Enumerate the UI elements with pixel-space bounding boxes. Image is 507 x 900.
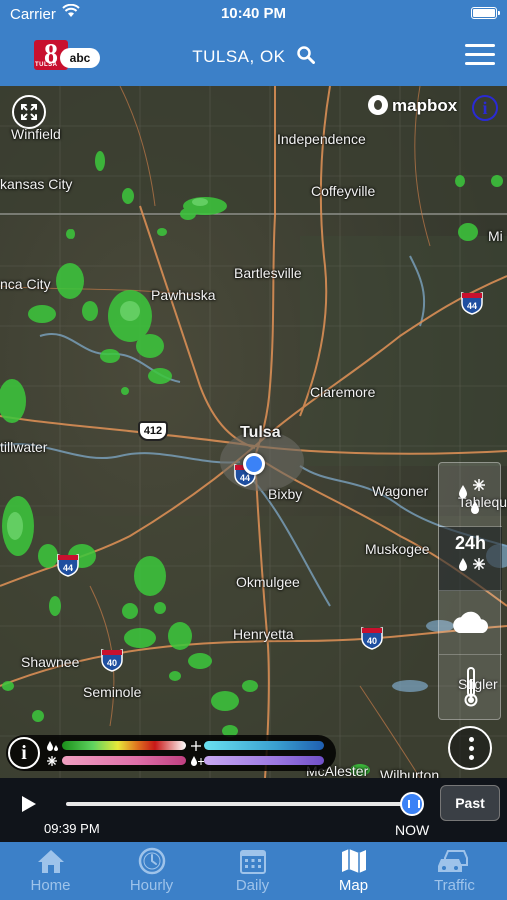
tab-map[interactable]: Map: [303, 842, 404, 900]
tab-daily-label: Daily: [235, 877, 270, 894]
timeline-scrubber[interactable]: [400, 792, 424, 816]
app: Carrier 10:40 PM 8 abc TULSA TULSA, OK m…: [0, 0, 507, 900]
location-name: TULSA, OK: [192, 47, 286, 66]
mapbox-logo: mapbox: [368, 95, 457, 116]
city-label-miami: Mi: [488, 228, 503, 244]
city-label-bartlesville: Bartlesville: [234, 265, 302, 281]
city-label-shawnee: Shawnee: [21, 654, 80, 670]
shield-number: 44: [63, 563, 73, 573]
tab-bar: Home Hourly Daily Map Traffic: [0, 842, 507, 900]
city-label-arkansas-city: kansas City: [0, 176, 73, 192]
sleet-legend-icon: [47, 756, 57, 766]
tab-hourly-label: Hourly: [129, 877, 174, 894]
interstate-shield-icon: 44: [461, 291, 483, 315]
radar-timeline: 09:39 PM NOW Past: [0, 778, 507, 842]
rain-legend-bar: [62, 741, 186, 750]
tab-traffic-label: Traffic: [434, 877, 475, 894]
snow-mix-legend-bar: [62, 756, 186, 765]
past-button[interactable]: Past: [440, 785, 500, 821]
radar-map[interactable]: mapbox i Winfield Independence kansas Ci…: [0, 86, 507, 778]
legend-info-button[interactable]: i: [8, 737, 40, 769]
more-options-icon[interactable]: [448, 726, 492, 770]
hamburger-menu-icon[interactable]: [465, 44, 495, 66]
interstate-shield-icon: 40: [101, 648, 123, 672]
tab-map-label: Map: [338, 877, 369, 894]
clock-time: 10:40 PM: [220, 5, 287, 22]
snow-legend-bar: [204, 756, 324, 765]
layer-24h-label: 24h: [454, 533, 487, 553]
tab-home[interactable]: Home: [0, 842, 101, 900]
layer-selector: 24h: [438, 462, 502, 720]
city-label-muskogee: Muskogee: [365, 541, 430, 557]
city-label-winfield: Winfield: [11, 126, 61, 142]
city-label-henryetta: Henryetta: [233, 626, 294, 642]
city-label-wilburton: Wilburton: [380, 767, 440, 778]
attribution-info-button[interactable]: i: [472, 95, 498, 121]
search-icon: [297, 46, 315, 64]
timeline-track[interactable]: [66, 802, 412, 806]
city-label-coffeyville: Coffeyville: [311, 183, 376, 199]
tab-daily[interactable]: Daily: [202, 842, 303, 900]
tab-traffic[interactable]: Traffic: [404, 842, 505, 900]
city-label-okmulgee: Okmulgee: [236, 574, 300, 590]
calendar-icon: [239, 850, 266, 874]
city-label-seminole: Seminole: [83, 684, 142, 700]
layer-24h-button[interactable]: 24h: [439, 527, 502, 591]
ice-legend-bar: [204, 741, 324, 750]
mixed-legend-icon: [191, 741, 201, 751]
map-icon: [341, 849, 366, 873]
home-icon: [37, 850, 64, 873]
city-label-wagoner: Wagoner: [372, 483, 429, 499]
layer-temperature-button[interactable]: [439, 655, 502, 719]
timeline-start-time: 09:39 PM: [44, 821, 100, 836]
city-label-claremore: Claremore: [310, 384, 376, 400]
mapbox-mark-icon: [368, 95, 388, 115]
city-label-ponca-city: nca City: [0, 276, 51, 292]
status-bar: Carrier 10:40 PM: [0, 0, 507, 28]
precip-legend: i: [6, 735, 336, 771]
precip-type-icon: [458, 479, 485, 514]
shield-number: 44: [467, 301, 477, 311]
snow-legend-icon: [191, 756, 204, 766]
city-label-stillwater: tillwater: [0, 439, 48, 455]
mapbox-wordmark: mapbox: [392, 96, 458, 115]
city-label-bixby: Bixby: [268, 486, 303, 502]
car-icon: [437, 850, 468, 872]
interstate-shield-icon: 40: [361, 626, 383, 650]
layer-clouds-button[interactable]: [439, 591, 502, 655]
interstate-shield-icon: 44: [57, 553, 79, 577]
tab-home-label: Home: [30, 877, 71, 894]
city-label-pawhuska: Pawhuska: [151, 287, 216, 303]
play-icon[interactable]: [22, 796, 36, 812]
fullscreen-icon[interactable]: [12, 95, 46, 129]
shield-number: 40: [367, 636, 377, 646]
tab-hourly[interactable]: Hourly: [101, 842, 202, 900]
city-label-tulsa: Tulsa: [240, 424, 281, 441]
timeline-now-label: NOW: [395, 822, 430, 838]
current-location-marker: [243, 453, 265, 475]
clock-icon: [138, 847, 165, 875]
app-header: 8 abc TULSA TULSA, OK: [0, 28, 507, 86]
battery-icon: [471, 7, 500, 19]
cloud-icon: [452, 611, 488, 633]
thermometer-icon: [464, 667, 477, 707]
precip-accum-icon: [458, 558, 485, 571]
rain-legend-icon: [47, 741, 58, 751]
location-selector[interactable]: TULSA, OK: [0, 46, 507, 67]
us-route-shield: 412: [138, 421, 168, 441]
city-label-independence: Independence: [277, 131, 366, 147]
shield-number: 44: [240, 473, 250, 483]
layer-precip-button[interactable]: [439, 463, 502, 527]
shield-number: 40: [107, 658, 117, 668]
